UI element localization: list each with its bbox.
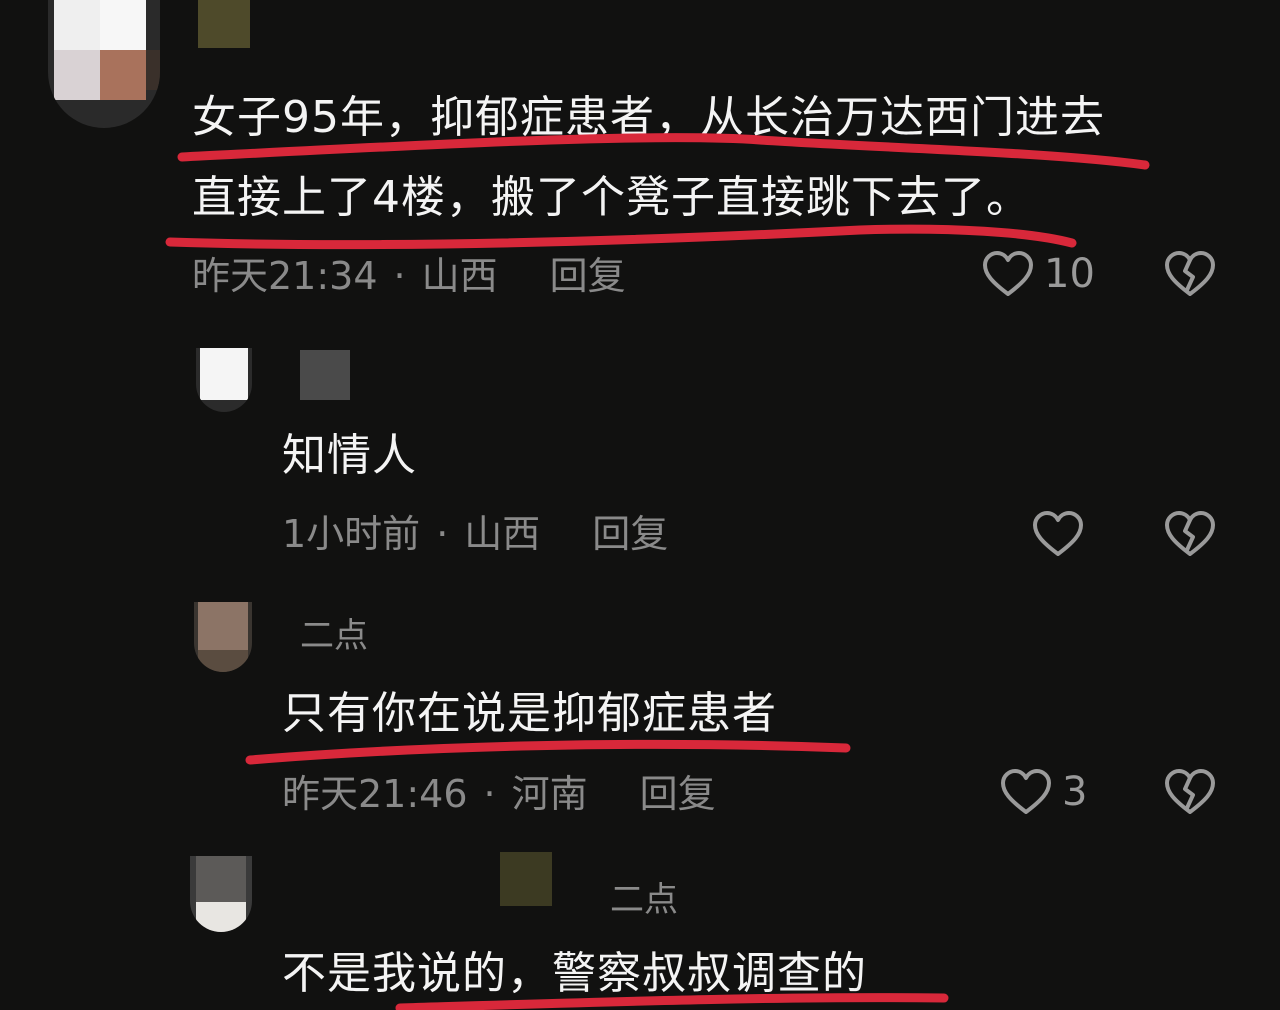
broken-heart-icon — [1164, 250, 1216, 298]
reply-button[interactable]: 回复 — [640, 772, 716, 816]
broken-heart-icon — [1164, 768, 1216, 816]
comment-meta: 昨天21:34 · 山西 回复 — [192, 252, 626, 300]
reply-location: 山西 — [464, 512, 541, 556]
username[interactable]: 二点 — [610, 880, 678, 920]
avatar[interactable] — [196, 348, 252, 412]
separator: · — [393, 254, 406, 298]
reply-time: 1小时前 — [282, 512, 421, 556]
username-badge — [300, 350, 350, 400]
like-button[interactable] — [1032, 510, 1084, 558]
heart-outline-icon — [1032, 510, 1084, 558]
heart-outline-icon — [1000, 768, 1052, 816]
reply-button[interactable]: 回复 — [592, 512, 668, 556]
like-count: 3 — [1062, 769, 1088, 815]
heart-outline-icon — [982, 250, 1034, 298]
separator: · — [483, 772, 496, 816]
broken-heart-icon — [1164, 510, 1216, 558]
reply-time: 昨天21:46 — [282, 772, 468, 816]
dislike-button[interactable] — [1164, 510, 1216, 558]
reply-meta: 昨天21:46 · 河南 回复 — [282, 770, 716, 818]
like-count: 10 — [1044, 251, 1095, 297]
comment-text-line-1: 女子95年，抑郁症患者，从长治万达西门进去 — [192, 92, 1105, 143]
reply-text: 只有你在说是抑郁症患者 — [282, 688, 777, 739]
user-badge — [198, 0, 250, 48]
reply-text: 不是我说的，警察叔叔调查的 — [282, 948, 867, 999]
like-button[interactable]: 10 — [982, 250, 1095, 298]
reply-button[interactable]: 回复 — [550, 254, 626, 298]
comment-time: 昨天21:34 — [192, 254, 378, 298]
separator: · — [436, 512, 449, 556]
avatar[interactable] — [190, 856, 252, 932]
like-button[interactable]: 3 — [1000, 768, 1087, 816]
username[interactable]: 二点 — [300, 616, 368, 656]
comment-location: 山西 — [421, 254, 498, 298]
dislike-button[interactable] — [1164, 250, 1216, 298]
reply-meta: 1小时前 · 山西 回复 — [282, 510, 668, 558]
reply-text: 知情人 — [282, 430, 417, 481]
avatar[interactable] — [48, 0, 160, 128]
comment-text-line-2: 直接上了4楼，搬了个凳子直接跳下去了。 — [192, 172, 1031, 223]
reply-location: 河南 — [511, 772, 588, 816]
dislike-button[interactable] — [1164, 768, 1216, 816]
username-badge — [500, 852, 552, 906]
avatar[interactable] — [194, 602, 252, 672]
